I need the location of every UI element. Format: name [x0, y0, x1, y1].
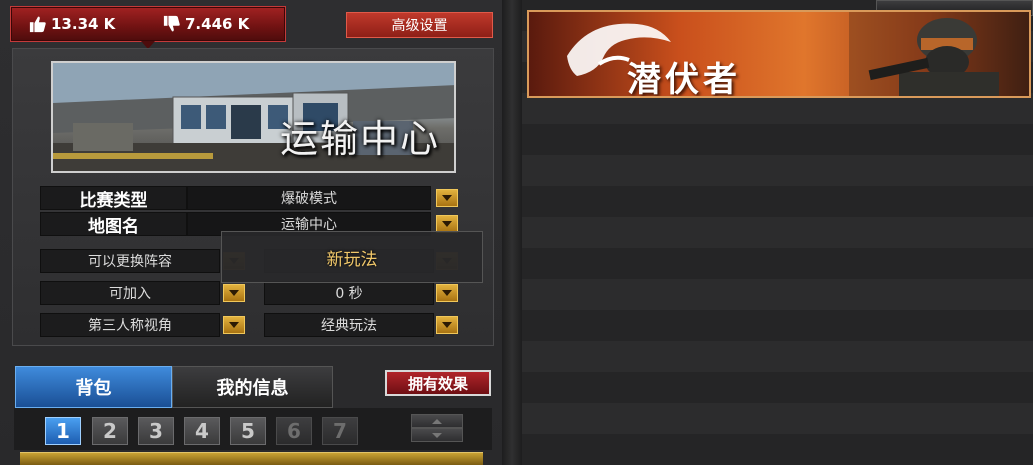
page-button-3[interactable]: 3 [138, 417, 174, 445]
dislike-count[interactable]: 7.446 K [163, 15, 249, 33]
mode-title: 潜伏者 [627, 60, 741, 98]
third-person-option[interactable]: 第三人称视角 [40, 313, 220, 337]
third-person-dropdown-icon[interactable] [223, 316, 245, 334]
map-name-label: 地图名 [40, 212, 187, 237]
dislike-count-label: 7.446 K [185, 15, 250, 33]
timer-option[interactable]: 0 秒 [264, 281, 434, 305]
map-name-overlay: 运输中心 [279, 117, 440, 161]
team-change-option[interactable]: 可以更换阵容 [40, 249, 220, 273]
page-button-6[interactable]: 6 [276, 417, 312, 445]
mode-banner: 潜伏者 [527, 10, 1031, 98]
joinable-dropdown-icon[interactable] [223, 284, 245, 302]
tab-backpack[interactable]: 背包 [15, 366, 172, 408]
joinable-option[interactable]: 可加入 [40, 281, 220, 305]
page-button-5[interactable]: 5 [230, 417, 266, 445]
advanced-settings-button[interactable]: 高级设置 [346, 12, 493, 38]
new-mode-tooltip: 新玩法 [221, 231, 483, 283]
classic-mode-option[interactable]: 经典玩法 [264, 313, 434, 337]
like-count[interactable]: 13.34 K [29, 15, 115, 33]
page-button-2[interactable]: 2 [92, 417, 128, 445]
match-type-label: 比赛类型 [40, 186, 187, 211]
panel-divider [502, 0, 522, 465]
tab-my-info[interactable]: 我的信息 [172, 366, 333, 408]
room-settings-panel: 运输中心 比赛类型 爆破模式 地图名 运输中心 可以更换阵容 可加入 0 秒 第… [12, 48, 494, 346]
timer-dropdown-icon[interactable] [436, 284, 458, 302]
match-type-dropdown-icon[interactable] [436, 189, 458, 207]
scroll-down-icon[interactable] [411, 428, 463, 442]
page-button-1[interactable]: 1 [45, 417, 81, 445]
page-button-7[interactable]: 7 [322, 417, 358, 445]
owned-effects-button[interactable]: 拥有效果 [385, 370, 491, 396]
scroll-up-icon[interactable] [411, 414, 463, 428]
classic-mode-dropdown-icon[interactable] [436, 316, 458, 334]
page-button-4[interactable]: 4 [184, 417, 220, 445]
match-type-value[interactable]: 爆破模式 [187, 186, 431, 210]
thumbs-up-icon [29, 16, 46, 33]
soldier-portrait [849, 12, 1029, 96]
map-preview-image: 运输中心 [51, 61, 456, 173]
like-count-label: 13.34 K [51, 15, 116, 33]
inventory-scroll-control [411, 414, 463, 444]
rating-bar: 13.34 K 7.446 K [10, 6, 286, 49]
inventory-item-row[interactable] [20, 452, 483, 465]
thumbs-down-icon [163, 15, 180, 32]
